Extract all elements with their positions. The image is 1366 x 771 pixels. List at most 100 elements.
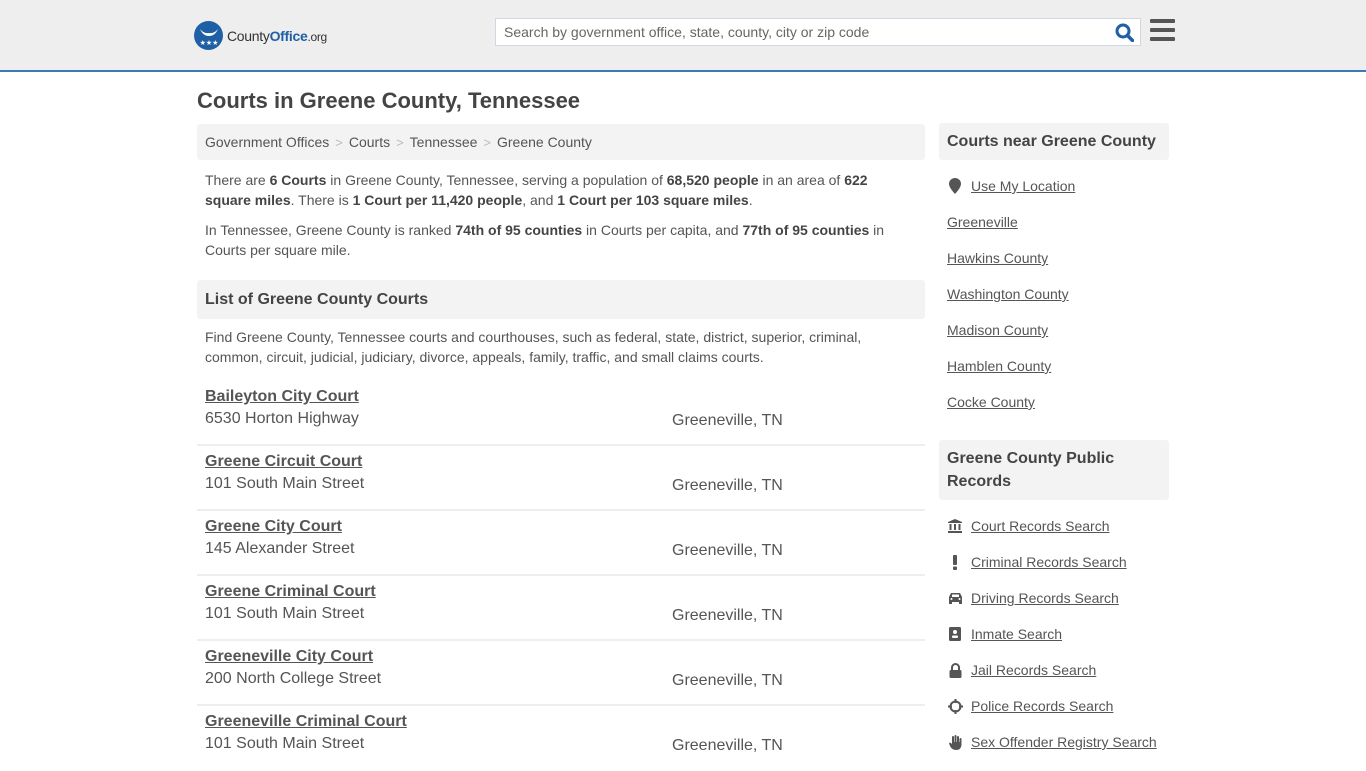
- records-item: Jail Records Search: [947, 652, 1169, 688]
- search-input[interactable]: [496, 19, 1108, 45]
- breadcrumb-greene-county[interactable]: Greene County: [497, 134, 592, 150]
- nearby-item: Hawkins County: [947, 240, 1169, 276]
- court-address: 200 North College Street: [205, 670, 382, 687]
- id-badge-icon: [947, 626, 963, 642]
- court-name-link[interactable]: Greeneville Criminal Court: [205, 713, 407, 731]
- court-list-item: Greene Circuit Court 101 South Main Stre…: [197, 446, 925, 511]
- breadcrumb-courts[interactable]: Courts: [349, 134, 390, 150]
- lock-icon: [947, 662, 963, 678]
- nearby-item: Greeneville: [947, 204, 1169, 240]
- car-icon: [947, 590, 963, 606]
- court-name-link[interactable]: Greeneville City Court: [205, 648, 373, 666]
- court-count: 6 Courts: [269, 172, 327, 188]
- site-logo[interactable]: ★★★ CountyOffice.org: [194, 21, 327, 50]
- criminal-records-search-link[interactable]: Criminal Records Search: [971, 554, 1127, 570]
- court-list-item: Greeneville City Court 200 North College…: [197, 641, 925, 706]
- public-records-list: Court Records Search Criminal Records Se…: [939, 500, 1169, 760]
- nearby-link-hawkins-county[interactable]: Hawkins County: [947, 250, 1048, 266]
- rank-per-capita: 74th of 95 counties: [455, 222, 583, 238]
- court-city: Greeneville, TN: [672, 737, 783, 754]
- inmate-search-link[interactable]: Inmate Search: [971, 626, 1062, 642]
- svg-text:★★★: ★★★: [199, 39, 218, 46]
- logo-text-tld: .org: [307, 29, 327, 44]
- text: There are: [205, 172, 270, 188]
- court-name-link[interactable]: Greene Circuit Court: [205, 453, 362, 471]
- court-city: Greeneville, TN: [672, 542, 783, 559]
- court-city: Greeneville, TN: [672, 477, 783, 494]
- records-item: Criminal Records Search: [947, 544, 1169, 580]
- exclamation-icon: [947, 554, 963, 570]
- text: .: [748, 192, 753, 208]
- nearby-link-washington-county[interactable]: Washington County: [947, 286, 1069, 302]
- court-name-link[interactable]: Baileyton City Court: [205, 388, 359, 406]
- nearby-link-madison-county[interactable]: Madison County: [947, 322, 1048, 338]
- use-my-location-link[interactable]: Use My Location: [971, 178, 1075, 194]
- breadcrumb-separator: >: [396, 134, 404, 150]
- nearby-link-cocke-county[interactable]: Cocke County: [947, 394, 1035, 410]
- text: in Greene County, Tennessee, serving a p…: [326, 172, 667, 188]
- jail-records-search-link[interactable]: Jail Records Search: [971, 662, 1096, 678]
- court-city: Greeneville, TN: [672, 412, 783, 429]
- nearby-item: Washington County: [947, 276, 1169, 312]
- breadcrumb-separator: >: [335, 134, 343, 150]
- search-button[interactable]: [1108, 19, 1140, 45]
- public-records-heading: Greene County Public Records: [939, 440, 1169, 500]
- police-records-search-link[interactable]: Police Records Search: [971, 698, 1113, 714]
- nearby-link-hamblen-county[interactable]: Hamblen County: [947, 358, 1051, 374]
- crosshairs-icon: [947, 698, 963, 714]
- records-item: Police Records Search: [947, 688, 1169, 724]
- court-address: 145 Alexander Street: [205, 540, 355, 557]
- text: in Courts per capita, and: [582, 222, 743, 238]
- ranking-paragraph: In Tennessee, Greene County is ranked 74…: [197, 220, 925, 260]
- logo-text-county: County: [227, 27, 270, 44]
- records-item: Sex Offender Registry Search: [947, 724, 1169, 760]
- list-heading: List of Greene County Courts: [197, 280, 925, 319]
- text: , and: [522, 192, 558, 208]
- population: 68,520 people: [666, 172, 759, 188]
- court-address: 101 South Main Street: [205, 475, 365, 492]
- court-list-item: Greeneville Criminal Court 101 South Mai…: [197, 706, 925, 771]
- menu-bar-icon: [1150, 28, 1175, 32]
- records-item: Inmate Search: [947, 616, 1169, 652]
- rank-per-area: 77th of 95 counties: [742, 222, 870, 238]
- map-marker-icon: [947, 178, 963, 194]
- sex-offender-registry-search-link[interactable]: Sex Offender Registry Search: [971, 734, 1157, 750]
- summary-paragraph: There are 6 Courts in Greene County, Ten…: [197, 170, 925, 210]
- breadcrumb-separator: >: [483, 134, 491, 150]
- breadcrumb: Government Offices > Courts > Tennessee …: [197, 124, 925, 160]
- breadcrumb-government-offices[interactable]: Government Offices: [205, 134, 329, 150]
- records-item: Driving Records Search: [947, 580, 1169, 616]
- court-list-item: Greene Criminal Court 101 South Main Str…: [197, 576, 925, 641]
- text: In Tennessee, Greene County is ranked: [205, 222, 456, 238]
- nearby-courts-heading: Courts near Greene County: [939, 123, 1169, 160]
- court-address: 101 South Main Street: [205, 605, 365, 622]
- eagle-logo-icon: ★★★: [194, 21, 223, 50]
- top-header: ★★★ CountyOffice.org: [0, 0, 1366, 72]
- menu-bar-icon: [1150, 37, 1175, 41]
- search-bar: [495, 18, 1141, 46]
- courts-per-capita: 1 Court per 11,420 people: [352, 192, 523, 208]
- court-city: Greeneville, TN: [672, 672, 783, 689]
- search-icon: [1115, 23, 1134, 42]
- driving-records-search-link[interactable]: Driving Records Search: [971, 590, 1119, 606]
- text: in an area of: [758, 172, 845, 188]
- menu-bar-icon: [1150, 19, 1175, 23]
- breadcrumb-tennessee[interactable]: Tennessee: [410, 134, 478, 150]
- nearby-courts-list: Use My Location Greeneville Hawkins Coun…: [939, 160, 1169, 420]
- records-item: Court Records Search: [947, 508, 1169, 544]
- hamburger-menu-button[interactable]: [1150, 19, 1175, 43]
- court-city: Greeneville, TN: [672, 607, 783, 624]
- text: . There is: [290, 192, 353, 208]
- court-address: 6530 Horton Highway: [205, 410, 359, 427]
- page-title: Courts in Greene County, Tennessee: [197, 88, 581, 113]
- court-name-link[interactable]: Greene City Court: [205, 518, 342, 536]
- hand-icon: [947, 734, 963, 750]
- courthouse-icon: [947, 518, 963, 534]
- nearby-item: Madison County: [947, 312, 1169, 348]
- nearby-link-greeneville[interactable]: Greeneville: [947, 214, 1018, 230]
- court-name-link[interactable]: Greene Criminal Court: [205, 583, 376, 601]
- courts-per-area: 1 Court per 103 square miles: [557, 192, 749, 208]
- court-records-search-link[interactable]: Court Records Search: [971, 518, 1110, 534]
- intro-text: There are 6 Courts in Greene County, Ten…: [197, 170, 925, 260]
- court-list-item: Greene City Court 145 Alexander Street G…: [197, 511, 925, 576]
